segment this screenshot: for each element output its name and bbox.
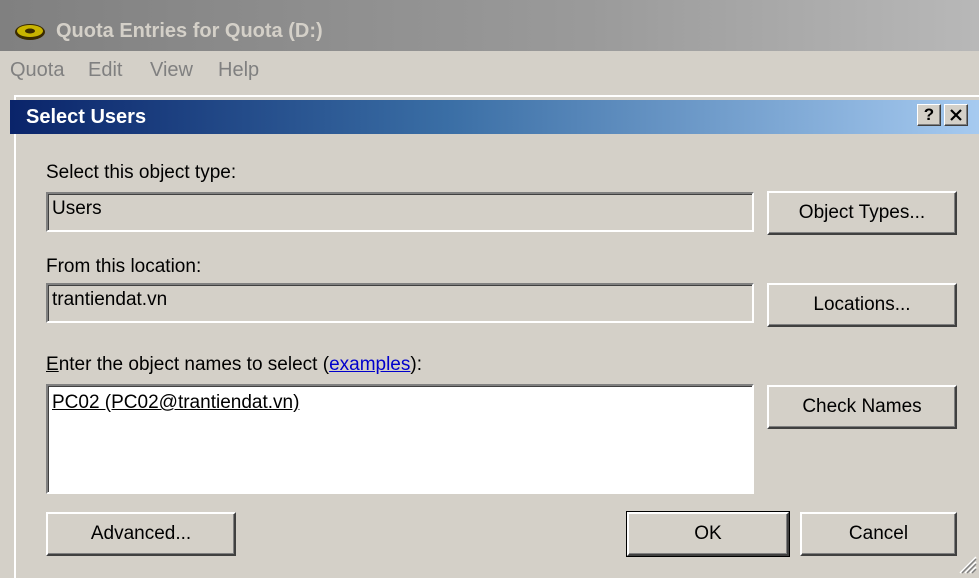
location-label: From this location:	[46, 256, 202, 277]
check-names-button[interactable]: Check Names	[767, 385, 957, 429]
parent-window-titlebar: Quota Entries for Quota (D:)	[0, 0, 979, 51]
menu-edit[interactable]: Edit	[88, 59, 122, 82]
parent-window-title: Quota Entries for Quota (D:)	[56, 20, 323, 42]
cancel-button[interactable]: Cancel	[800, 512, 957, 556]
close-icon	[950, 109, 962, 121]
accelerator-char: E	[46, 354, 59, 375]
dialog-titlebar[interactable]: Select Users ?	[10, 100, 979, 134]
object-names-label-suffix: ):	[410, 354, 422, 375]
advanced-button[interactable]: Advanced...	[46, 512, 236, 556]
parent-menubar: Quota Edit View Help	[0, 51, 979, 91]
resize-grip-icon[interactable]	[955, 552, 977, 574]
object-type-field: Users	[46, 192, 754, 232]
object-names-label: Enter the object names to select (exampl…	[46, 354, 422, 376]
object-names-label-text: nter the object names to select (	[58, 354, 330, 375]
menu-help[interactable]: Help	[218, 59, 259, 82]
dialog-title: Select Users	[26, 106, 147, 128]
object-type-label: Select this object type:	[46, 162, 237, 183]
menu-view[interactable]: View	[150, 59, 193, 82]
close-button[interactable]	[944, 104, 968, 126]
locations-button[interactable]: Locations...	[767, 283, 957, 327]
object-types-button[interactable]: Object Types...	[767, 191, 957, 235]
disk-quota-icon	[15, 24, 45, 40]
location-field: trantiendat.vn	[46, 283, 754, 323]
resolved-user-name[interactable]: PC02 (PC02@trantiendat.vn)	[52, 392, 299, 413]
object-names-input[interactable]: PC02 (PC02@trantiendat.vn)	[46, 384, 754, 494]
help-button[interactable]: ?	[917, 104, 941, 126]
ok-button[interactable]: OK	[626, 511, 790, 557]
menu-quota[interactable]: Quota	[10, 59, 64, 82]
examples-link[interactable]: examples	[329, 354, 410, 375]
